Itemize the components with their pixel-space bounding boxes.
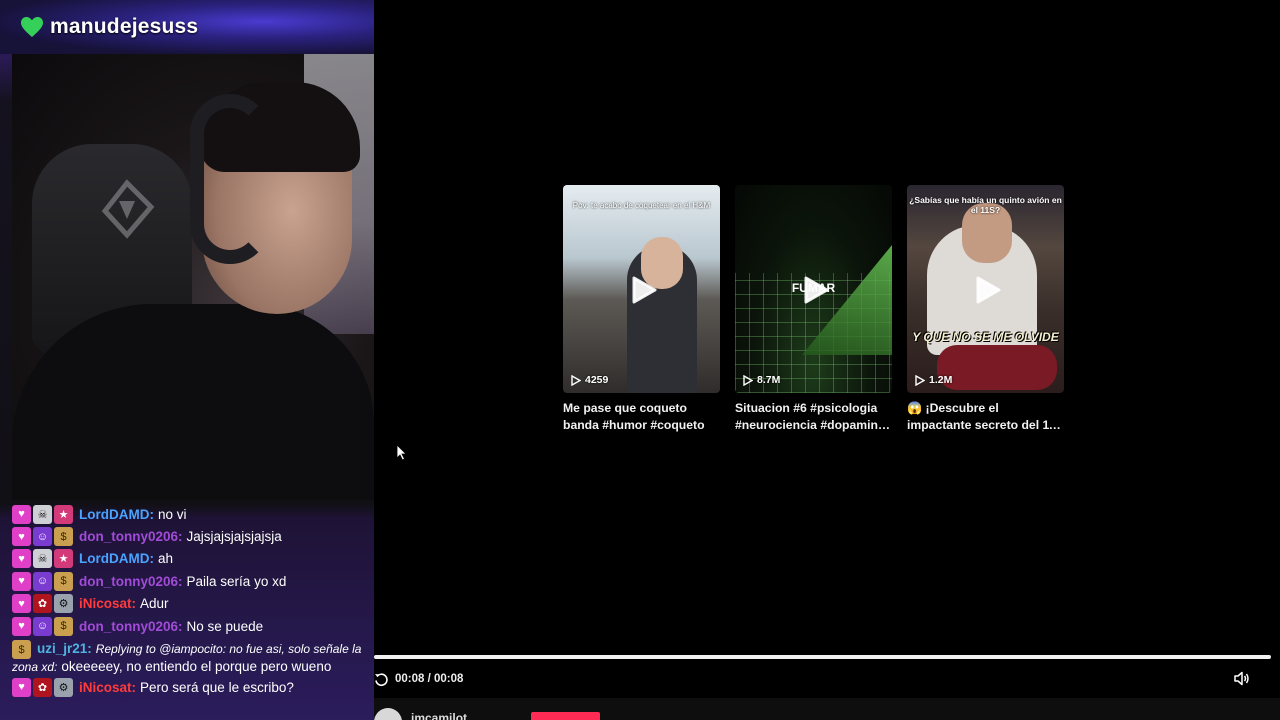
chat-panel: ♥ ☠ ★ LordDAMD: no vi ♥ ☺ $ don_tonny0206: Jajsja… bbox=[12, 503, 374, 698]
skull-badge-icon: ☠ bbox=[33, 549, 52, 569]
comment-header: imcamilot bbox=[374, 698, 1280, 720]
rose-badge-icon: ✿ bbox=[33, 677, 52, 697]
chat-text: Adur bbox=[140, 596, 169, 612]
video-page: Pov: te acabo de coquetear en el H&M 425… bbox=[374, 0, 1280, 720]
view-count: 4259 bbox=[571, 374, 608, 386]
chat-username[interactable]: iNicosat: bbox=[79, 680, 136, 695]
chat-message: ♥ ✿ ⚙ iNicosat: Adur bbox=[12, 593, 374, 615]
thumbnail-overlay-text: Y QUE NO SE ME OLVIDE bbox=[912, 330, 1059, 344]
replay-icon[interactable] bbox=[374, 672, 389, 687]
player-controls: 00:08 / 00:08 bbox=[374, 668, 1280, 690]
chair-logo-icon bbox=[101, 179, 155, 239]
money-badge-icon: $ bbox=[54, 527, 73, 547]
sub-badge-icon: ★ bbox=[54, 549, 73, 569]
chat-username[interactable]: LordDAMD: bbox=[79, 507, 154, 522]
webcam-feed bbox=[12, 54, 374, 500]
streamer-body bbox=[12, 304, 374, 500]
play-icon[interactable] bbox=[969, 273, 1003, 307]
play-outline-icon bbox=[915, 374, 925, 386]
comment-username[interactable]: imcamilot bbox=[411, 711, 467, 720]
chat-message: ♥ ☠ ★ LordDAMD: ah bbox=[12, 548, 374, 570]
video-card[interactable]: ¿Sabías que había un quinto avión en el … bbox=[907, 185, 1064, 434]
view-count-text: 1.2M bbox=[929, 374, 953, 386]
view-count-text: 4259 bbox=[585, 374, 609, 386]
video-thumbnail[interactable]: FUMAR 8.7M bbox=[735, 185, 892, 393]
money-badge-icon: $ bbox=[54, 616, 73, 636]
volume-icon[interactable] bbox=[1233, 670, 1250, 687]
view-count: 8.7M bbox=[743, 374, 780, 386]
video-card[interactable]: Pov: te acabo de coquetear en el H&M 425… bbox=[563, 185, 720, 434]
moai-badge-icon: ☺ bbox=[33, 527, 52, 547]
view-count-text: 8.7M bbox=[757, 374, 781, 386]
play-outline-icon bbox=[743, 374, 753, 386]
chat-text: Jajsjajsjajsjajsja bbox=[186, 529, 282, 545]
thumbnail-caption: ¿Sabías que había un quinto avión en el … bbox=[909, 195, 1062, 215]
chat-message: ♥ ☺ $ don_tonny0206: Paila sería yo xd bbox=[12, 570, 374, 592]
heart-icon bbox=[21, 17, 43, 37]
stream-overlay: manudejesuss ♥ ☠ ★ LordDAMD: no vi ♥ ☺ $ don_ton… bbox=[0, 0, 374, 720]
rose-badge-icon: ✿ bbox=[33, 594, 52, 614]
video-thumbnail[interactable]: ¿Sabías que había un quinto avión en el … bbox=[907, 185, 1064, 393]
play-icon[interactable] bbox=[625, 273, 659, 307]
sub-badge-icon: ★ bbox=[54, 504, 73, 524]
play-icon[interactable] bbox=[797, 273, 831, 307]
thumbnail-caption: Pov: te acabo de coquetear en el H&M bbox=[572, 201, 711, 210]
chat-username[interactable]: don_tonny0206: bbox=[79, 619, 183, 634]
heart-badge-icon: ♥ bbox=[12, 549, 31, 569]
headphones bbox=[190, 94, 270, 264]
chat-username[interactable]: uzi_jr21: bbox=[37, 641, 92, 656]
chat-message: ♥ ☠ ★ LordDAMD: no vi bbox=[12, 503, 374, 525]
chat-message: ♥ ☺ $ don_tonny0206: Jajsjajsjajsjajsja bbox=[12, 525, 374, 547]
bot-badge-icon: ⚙ bbox=[54, 677, 73, 697]
play-outline-icon bbox=[571, 374, 581, 386]
chat-text: okeeeeey, no entiendo el porque pero wue… bbox=[61, 659, 332, 675]
streamer-name: manudejesuss bbox=[50, 15, 199, 38]
heart-badge-icon: ♥ bbox=[12, 677, 31, 697]
chat-username[interactable]: iNicosat: bbox=[79, 596, 136, 611]
heart-badge-icon: ♥ bbox=[12, 571, 31, 591]
mouse-cursor-icon bbox=[396, 444, 407, 461]
chat-reply-message: $ uzi_jr21: Replying to @iampocito: no fue… bbox=[12, 637, 374, 676]
follow-button[interactable] bbox=[531, 712, 600, 720]
moai-badge-icon: ☺ bbox=[33, 571, 52, 591]
avatar[interactable] bbox=[374, 708, 402, 720]
heart-badge-icon: ♥ bbox=[12, 616, 31, 636]
heart-badge-icon: ♥ bbox=[12, 527, 31, 547]
chat-message: ♥ ☺ $ don_tonny0206: No se puede bbox=[12, 615, 374, 637]
moai-badge-icon: ☺ bbox=[33, 616, 52, 636]
view-count: 1.2M bbox=[915, 374, 952, 386]
bot-badge-icon: ⚙ bbox=[54, 594, 73, 614]
video-title[interactable]: Me pase que coqueto banda #humor #coquet… bbox=[563, 400, 720, 434]
chat-text: No se puede bbox=[186, 618, 264, 634]
chat-text: ah bbox=[157, 551, 174, 567]
chat-text: Pero será que le escribo? bbox=[140, 679, 294, 695]
heart-badge-icon: ♥ bbox=[12, 504, 31, 524]
chat-message: ♥ ✿ ⚙ iNicosat: Pero será que le escribo? bbox=[12, 676, 374, 698]
skull-badge-icon: ☠ bbox=[33, 504, 52, 524]
money-badge-icon: $ bbox=[12, 640, 31, 660]
chat-username[interactable]: don_tonny0206: bbox=[79, 529, 183, 544]
chat-username[interactable]: don_tonny0206: bbox=[79, 574, 183, 589]
related-videos-grid: Pov: te acabo de coquetear en el H&M 425… bbox=[563, 185, 1064, 434]
video-title[interactable]: 😱 ¡Descubre el impactante secreto del 11… bbox=[907, 400, 1064, 434]
video-card[interactable]: FUMAR 8.7M Situacion #6 #psicologia #neu… bbox=[735, 185, 892, 434]
thumbnail-motorbike bbox=[937, 345, 1057, 390]
video-thumbnail[interactable]: Pov: te acabo de coquetear en el H&M 425… bbox=[563, 185, 720, 393]
time-display: 00:08 / 00:08 bbox=[395, 673, 464, 685]
chat-text: no vi bbox=[157, 506, 187, 522]
streamer-banner: manudejesuss bbox=[0, 0, 374, 54]
video-title[interactable]: Situacion #6 #psicologia #neurociencia #… bbox=[735, 400, 892, 434]
video-progress-bar[interactable] bbox=[374, 655, 1271, 659]
chat-username[interactable]: LordDAMD: bbox=[79, 551, 154, 566]
chat-text: Paila sería yo xd bbox=[186, 573, 287, 589]
money-badge-icon: $ bbox=[54, 571, 73, 591]
heart-badge-icon: ♥ bbox=[12, 594, 31, 614]
